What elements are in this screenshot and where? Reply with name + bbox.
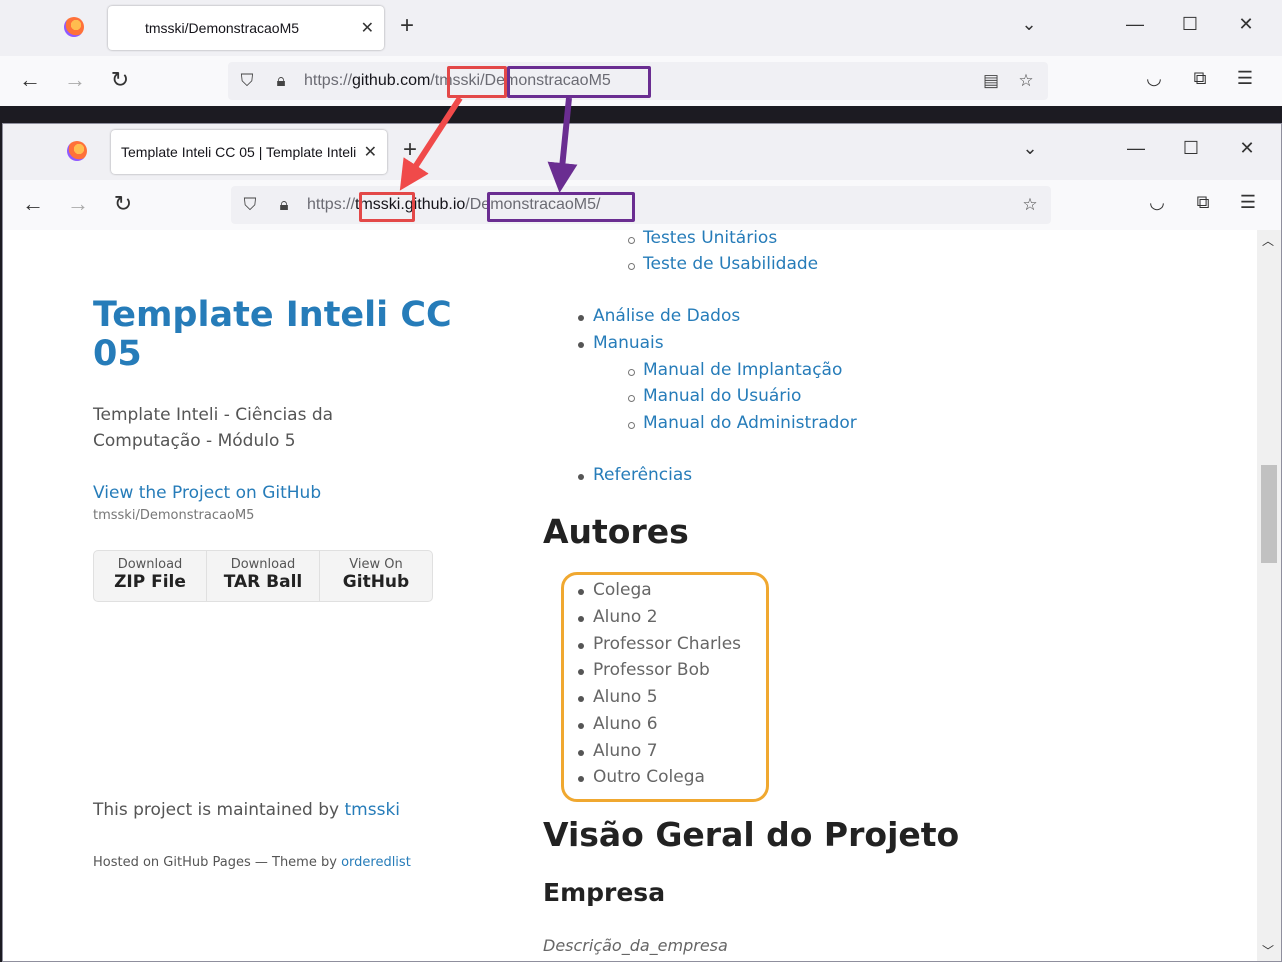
red-arrow <box>399 96 463 191</box>
purple-arrow <box>547 97 578 193</box>
annotation-arrows <box>399 96 578 193</box>
